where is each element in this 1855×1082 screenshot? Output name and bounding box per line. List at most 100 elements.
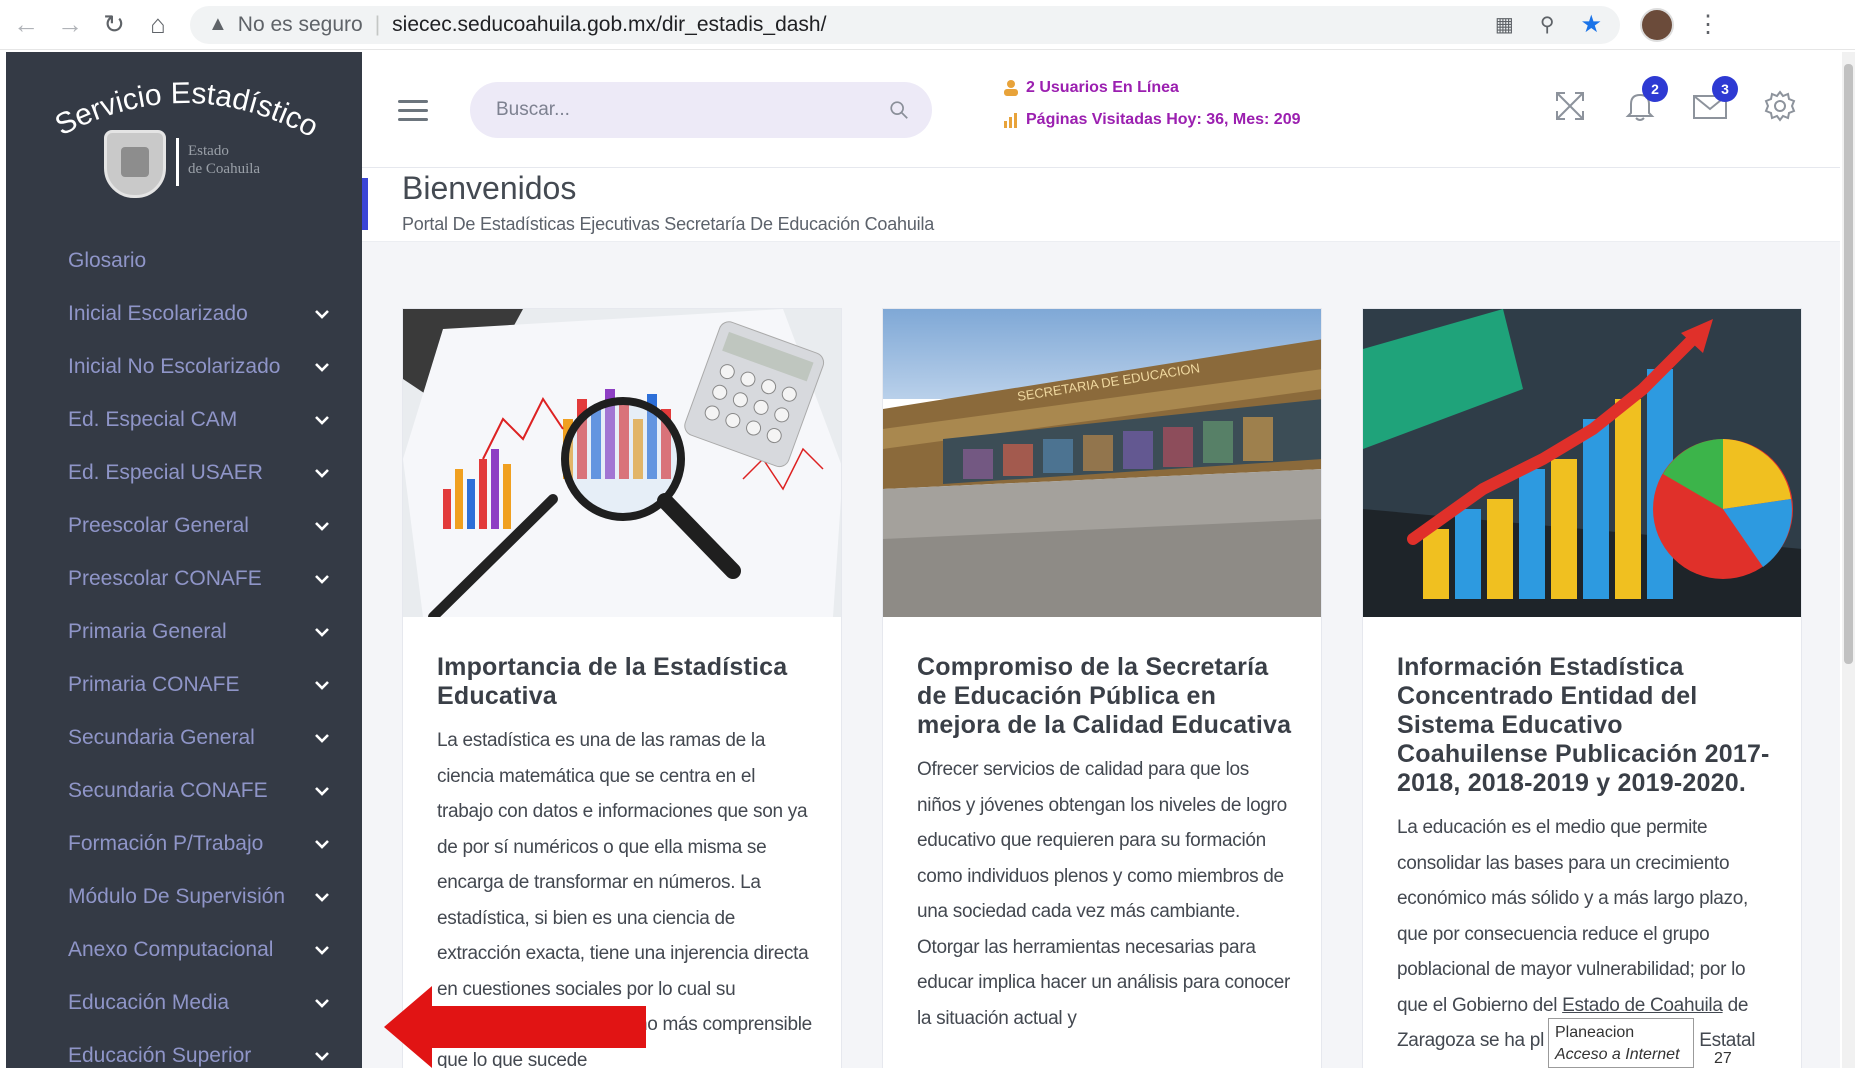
chevron-down-icon[interactable]	[312, 410, 332, 430]
sidebar-item-label: Educación Media	[68, 990, 230, 1014]
sidebar-item-label: Anexo Computacional	[68, 937, 274, 961]
scrollbar-thumb[interactable]	[1844, 64, 1853, 664]
sidebar-item-label: Primaria CONAFE	[68, 672, 240, 696]
page-subtitle: Portal De Estadísticas Ejecutivas Secret…	[402, 214, 935, 234]
heading-accent-bar	[362, 178, 368, 230]
logo-subtitle: Estado de Coahuila	[188, 142, 260, 178]
settings-gear-icon[interactable]	[1760, 86, 1800, 126]
sidebar-item-educación-media[interactable]: Educación Media	[6, 976, 362, 1029]
chevron-down-icon[interactable]	[312, 569, 332, 589]
sidebar-item-ed-especial-usaer[interactable]: Ed. Especial USAER	[6, 446, 362, 499]
search-icon[interactable]	[888, 99, 910, 121]
sidebar-item-primaria-general[interactable]: Primaria General	[6, 605, 362, 658]
sidebar-item-preescolar-conafe[interactable]: Preescolar CONAFE	[6, 552, 362, 605]
user-icon	[1004, 80, 1018, 96]
sidebar-item-preescolar-general[interactable]: Preescolar General	[6, 499, 362, 552]
hamburger-menu-icon[interactable]	[398, 100, 428, 122]
browser-menu-icon[interactable]: ⋮	[1696, 10, 1720, 39]
page-heading: Bienvenidos Portal De Estadísticas Ejecu…	[362, 168, 1840, 242]
sidebar-menu: Glosario Inicial Escolarizado Inicial No E…	[6, 234, 362, 1082]
coahuila-seal-icon	[104, 130, 166, 198]
tooltip: Planeacion Acceso a Internet	[1548, 1018, 1694, 1068]
sidebar-item-label: Preescolar CONAFE	[68, 566, 262, 590]
red-arrow-annotation	[384, 986, 646, 1068]
chevron-down-icon[interactable]	[312, 675, 332, 695]
sidebar-item-secundaria-conafe[interactable]: Secundaria CONAFE	[6, 764, 362, 817]
address-separator: |	[374, 12, 381, 36]
browser-toolbar: ← → ↻ ⌂ ▲ No es seguro | siecec.seducoah…	[0, 0, 1855, 50]
chevron-down-icon[interactable]	[312, 357, 332, 377]
search-box[interactable]	[470, 82, 932, 138]
forward-arrow-icon[interactable]: →	[48, 3, 92, 47]
chevron-down-icon[interactable]	[312, 516, 332, 536]
sidebar-item-formación-p-trabajo[interactable]: Formación P/Trabajo	[6, 817, 362, 870]
card-statistics-importance[interactable]: Importancia de la Estadística Educativa …	[402, 308, 842, 1068]
sidebar-item-label: Ed. Especial USAER	[68, 460, 263, 484]
app-header: 2 Usuarios En Línea Páginas Visitadas Ho…	[362, 52, 1840, 168]
reload-icon[interactable]: ↻	[92, 3, 136, 47]
warning-icon[interactable]: ▲	[208, 13, 228, 36]
messages-badge: 3	[1712, 76, 1738, 102]
tooltip-subtitle: Acceso a Internet	[1555, 1046, 1680, 1063]
chevron-down-icon[interactable]	[312, 993, 332, 1013]
sidebar-item-label: Secundaria General	[68, 725, 255, 749]
sidebar-item-label: Ed. Especial CAM	[68, 407, 238, 431]
profile-avatar[interactable]	[1640, 7, 1674, 42]
chevron-down-icon[interactable]	[312, 463, 332, 483]
security-label[interactable]: No es seguro	[238, 13, 363, 37]
notifications-badge: 2	[1642, 76, 1668, 102]
users-online-text: 2 Usuarios En Línea	[1026, 79, 1179, 96]
sidebar-item-label: Glosario	[68, 248, 147, 272]
growth-chart-image	[1363, 309, 1801, 617]
sidebar-item-secundaria-general[interactable]: Secundaria General	[6, 711, 362, 764]
chevron-down-icon[interactable]	[312, 1046, 332, 1066]
card-title: Importancia de la Estadística Educativa	[437, 653, 788, 710]
sidebar-item-primaria-conafe[interactable]: Primaria CONAFE	[6, 658, 362, 711]
sidebar-item-inicial-escolarizado[interactable]: Inicial Escolarizado	[6, 287, 362, 340]
page-title: Bienvenidos	[402, 170, 577, 206]
card-title: Compromiso de la Secretaría de Educación…	[917, 653, 1292, 739]
sidebar-item-label: Educación Superior	[68, 1043, 252, 1067]
card-sep-commitment[interactable]: SECRETARIA DE EDUCACION Compromiso de la…	[882, 308, 1322, 1068]
search-input[interactable]	[496, 99, 888, 121]
notifications-bell-icon[interactable]: 2	[1620, 76, 1668, 126]
address-bar[interactable]: ▲ No es seguro | siecec.seducoahuila.gob…	[190, 5, 1620, 44]
fullscreen-icon[interactable]	[1550, 86, 1590, 126]
main-content: Importancia de la Estadística Educativa …	[362, 242, 1840, 1068]
back-arrow-icon[interactable]: ←	[4, 3, 48, 47]
page-scrollbar[interactable]	[1842, 52, 1855, 1068]
sidebar-item-label: Inicial No Escolarizado	[68, 354, 281, 378]
sidebar-item-inicial-no-escolarizado[interactable]: Inicial No Escolarizado	[6, 340, 362, 393]
qr-code-icon[interactable]: ▦	[1495, 12, 1514, 37]
tooltip-title: Planeacion	[1555, 1024, 1635, 1041]
bar-chart-icon	[1004, 113, 1017, 128]
zoom-icon[interactable]: ⚲	[1540, 12, 1555, 37]
sidebar-item-label: Formación P/Trabajo	[68, 831, 264, 855]
sidebar-item-módulo-de-supervisión[interactable]: Módulo De Supervisión	[6, 870, 362, 923]
tooltip-count: 27	[1714, 1050, 1732, 1067]
chevron-down-icon[interactable]	[312, 940, 332, 960]
site-logo[interactable]: Servicio Estadístico Estado de Coahuila	[50, 72, 320, 232]
chevron-down-icon[interactable]	[312, 304, 332, 324]
sidebar-item-label: Preescolar General	[68, 513, 249, 537]
chevron-down-icon[interactable]	[312, 781, 332, 801]
sidebar-item-label: Primaria General	[68, 619, 227, 643]
url-text[interactable]: siecec.seducoahuila.gob.mx/dir_estadis_d…	[392, 13, 826, 37]
messages-envelope-icon[interactable]: 3	[1690, 76, 1738, 126]
svg-text:Servicio Estadístico: Servicio Estadístico	[50, 77, 320, 142]
chevron-down-icon[interactable]	[312, 834, 332, 854]
card-statistical-information[interactable]: Información Estadística Concentrado Enti…	[1362, 308, 1802, 1068]
bookmark-star-icon[interactable]: ★	[1580, 10, 1602, 39]
sidebar-item-glosario[interactable]: Glosario	[6, 234, 362, 287]
logo-subtitle-line1: Estado	[188, 143, 229, 159]
chevron-down-icon[interactable]	[312, 622, 332, 642]
sidebar-item-ed-especial-cam[interactable]: Ed. Especial CAM	[6, 393, 362, 446]
coahuila-link[interactable]: Estado de Coahuila	[1562, 995, 1723, 1016]
chevron-down-icon[interactable]	[312, 728, 332, 748]
sidebar-item-label: Módulo De Supervisión	[68, 884, 286, 908]
sidebar-item-anexo-computacional[interactable]: Anexo Computacional	[6, 923, 362, 976]
sidebar-item-label: Inicial Escolarizado	[68, 301, 248, 325]
sidebar-item-educación-superior[interactable]: Educación Superior	[6, 1029, 362, 1082]
home-icon[interactable]: ⌂	[136, 3, 180, 47]
chevron-down-icon[interactable]	[312, 887, 332, 907]
